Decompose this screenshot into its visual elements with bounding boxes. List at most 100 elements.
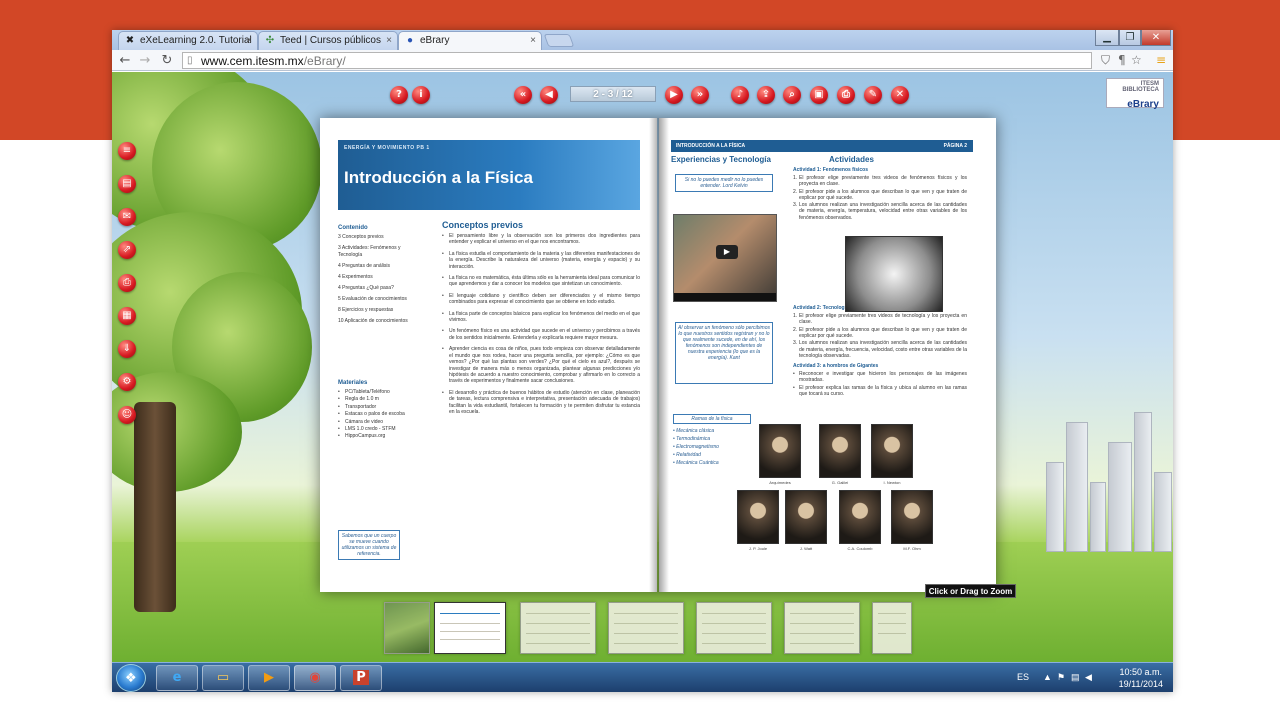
ebrary-logo: ITESM BIBLIOTECA eBrary xyxy=(1106,78,1164,110)
audio-icon[interactable]: ♪ xyxy=(731,86,749,104)
first-page-icon[interactable]: « xyxy=(514,86,532,104)
video-controls[interactable] xyxy=(674,293,776,301)
settings-icon[interactable]: ⚙ xyxy=(118,373,136,391)
material-item: Transportador xyxy=(338,404,423,411)
materials-list: Materiales PC/Tableta/Teléfono Regla de … xyxy=(338,380,423,441)
prev-page-icon[interactable]: ◀ xyxy=(540,86,558,104)
start-button[interactable]: ❖ xyxy=(116,664,146,692)
tree-trunk xyxy=(134,402,176,612)
export-icon[interactable]: ⇗ xyxy=(118,241,136,259)
clock[interactable]: 10:50 a.m. 19/11/2014 xyxy=(1119,666,1163,690)
left-page[interactable]: ENERGÍA Y MOVIMIENTO PB 1 Introducción a… xyxy=(320,118,657,592)
help-icon[interactable]: ? xyxy=(390,86,408,104)
user-icon[interactable]: ☺ xyxy=(118,406,136,424)
restore-button[interactable]: ❐ xyxy=(1119,30,1141,46)
play-icon[interactable]: ▶ xyxy=(716,245,738,259)
concept-bullet: El desarrollo y práctica de buenos hábit… xyxy=(442,390,640,416)
star-icon[interactable]: ☆ xyxy=(1131,53,1142,67)
tab-close-icon[interactable]: × xyxy=(246,35,252,46)
thumbnail-page[interactable] xyxy=(608,602,684,654)
zoom-tooltip: Click or Drag to Zoom xyxy=(925,584,1016,598)
tab-ebrary[interactable]: ● eBrary × xyxy=(398,31,542,50)
thumbnail-page-active[interactable] xyxy=(434,602,506,654)
share-icon[interactable]: ⇪ xyxy=(757,86,775,104)
thumbnail-page[interactable] xyxy=(696,602,772,654)
search-icon[interactable]: ⌕ xyxy=(783,86,801,104)
thumbnail-page[interactable] xyxy=(520,602,596,654)
forward-icon[interactable]: → xyxy=(136,52,154,69)
next-page-icon[interactable]: ▶ xyxy=(665,86,683,104)
logo-name: eBrary xyxy=(1127,99,1159,110)
save-icon[interactable]: ▣ xyxy=(810,86,828,104)
contents-list: Contenido 3 Conceptos previos 3 Activida… xyxy=(338,225,418,325)
network-icon[interactable]: ▤ xyxy=(1071,672,1080,683)
print-icon[interactable]: ⎙ xyxy=(837,86,855,104)
video-thumbnail[interactable]: ▶ xyxy=(673,214,777,302)
mail-icon[interactable]: ✉ xyxy=(118,208,136,226)
tab-exelearning[interactable]: ✖ eXeLearning 2.0. Tutorial × xyxy=(118,31,258,50)
activity-step: 2. El profesor pide a los alumnos que des… xyxy=(793,326,967,339)
edit-icon[interactable]: ✎ xyxy=(864,86,882,104)
ebrary-favicon: ● xyxy=(406,35,414,46)
concepts-section: Conceptos previos El pensamiento libre y… xyxy=(442,220,640,420)
tab-teed[interactable]: ✣ Teed | Cursos públicos × xyxy=(258,31,398,50)
contents-item: 5 Evaluación de conocimientos xyxy=(338,296,407,302)
address-bar[interactable]: ▯ www.cem.itesm.mx/eBrary/ xyxy=(182,52,1092,69)
reload-icon[interactable]: ↻ xyxy=(158,52,176,69)
concept-bullet: La física parte de conceptos básicos par… xyxy=(442,311,640,324)
bike-video-thumbnail[interactable] xyxy=(845,236,943,312)
menu-icon[interactable]: ≡ xyxy=(1156,53,1166,67)
flag-icon[interactable]: ⚑ xyxy=(1057,672,1065,683)
new-tab-button[interactable] xyxy=(543,34,575,47)
page-icon: ▯ xyxy=(187,55,193,66)
activity-step: • El profesor explica las ramas de la fís… xyxy=(793,384,967,398)
concept-bullet: El pensamiento libre y la observación so… xyxy=(442,233,640,246)
page-number: PÁGINA 2 xyxy=(943,143,967,149)
minimize-button[interactable]: ▁ xyxy=(1095,30,1119,46)
contents-item: 4 Experimentos xyxy=(338,274,373,280)
window-close-button[interactable]: ✕ xyxy=(1141,30,1171,46)
powerpoint-icon[interactable]: P xyxy=(340,665,382,691)
close-icon[interactable]: ✕ xyxy=(891,86,909,104)
download-icon[interactable]: ⇓ xyxy=(118,340,136,358)
chrome-icon[interactable]: ◉ xyxy=(294,665,336,691)
branch-item: • Relatividad xyxy=(673,452,701,458)
thumbnail-page[interactable] xyxy=(784,602,860,654)
activity-step: 1. El profesor elige previamente tres vid… xyxy=(793,175,967,188)
portrait-ohm xyxy=(891,490,933,544)
browser-toolbar: ← → ↻ ▯ www.cem.itesm.mx/eBrary/ ⛉ ¶ ☆ ≡ xyxy=(112,50,1173,71)
right-page[interactable]: INTRODUCCIÓN A LA FÍSICA PÁGINA 2 Experi… xyxy=(659,118,996,592)
activity-step: 3. Los alumnos realizan una investigación… xyxy=(793,202,967,221)
logo-subtitle: ITESM BIBLIOTECA xyxy=(1122,81,1159,93)
pdf-icon[interactable]: ▦ xyxy=(118,307,136,325)
portrait-caption: Arquímedes xyxy=(769,480,791,485)
bookmark-icon[interactable]: ▤ xyxy=(118,175,136,193)
exe-icon: ✖ xyxy=(125,35,135,46)
extension-icon[interactable]: ¶ xyxy=(1118,53,1126,67)
tab-close-icon[interactable]: × xyxy=(530,35,536,46)
ie-icon[interactable]: e xyxy=(156,665,198,691)
volume-icon[interactable]: ◀ xyxy=(1085,672,1092,683)
info-icon[interactable]: i xyxy=(412,86,430,104)
back-icon[interactable]: ← xyxy=(116,52,134,69)
explorer-icon[interactable]: ▭ xyxy=(202,665,244,691)
last-page-icon[interactable]: » xyxy=(691,86,709,104)
tab-close-icon[interactable]: × xyxy=(386,35,392,46)
tab-title: eXeLearning 2.0. Tutorial xyxy=(140,35,252,46)
portrait-caption: J. P. Joule xyxy=(748,546,768,551)
thumbnail-page[interactable] xyxy=(872,602,912,654)
language-indicator[interactable]: ES xyxy=(1017,672,1029,682)
portrait-caption: I. Newton xyxy=(883,480,901,485)
windows-taskbar: ❖ e ▭ ▶ ◉ P ES ▲ ⚑ ▤ ◀ 10:50 a.m. 19/11/… xyxy=(112,662,1173,692)
clock-time: 10:50 a.m. xyxy=(1119,667,1163,677)
portrait-watt xyxy=(785,490,827,544)
menu-icon[interactable]: ≡ xyxy=(118,142,136,160)
contents-item: 3 Actividades: Fenómenos y Tecnología xyxy=(338,245,401,258)
print-icon[interactable]: ⎙ xyxy=(118,274,136,292)
shield-icon[interactable]: ⛉ xyxy=(1101,53,1110,68)
media-player-icon[interactable]: ▶ xyxy=(248,665,290,691)
open-book[interactable]: ENERGÍA Y MOVIMIENTO PB 1 Introducción a… xyxy=(320,118,996,592)
tray-expand-icon[interactable]: ▲ xyxy=(1043,672,1052,682)
portrait-arquimedes xyxy=(759,424,801,478)
thumbnail-page[interactable] xyxy=(384,602,430,654)
